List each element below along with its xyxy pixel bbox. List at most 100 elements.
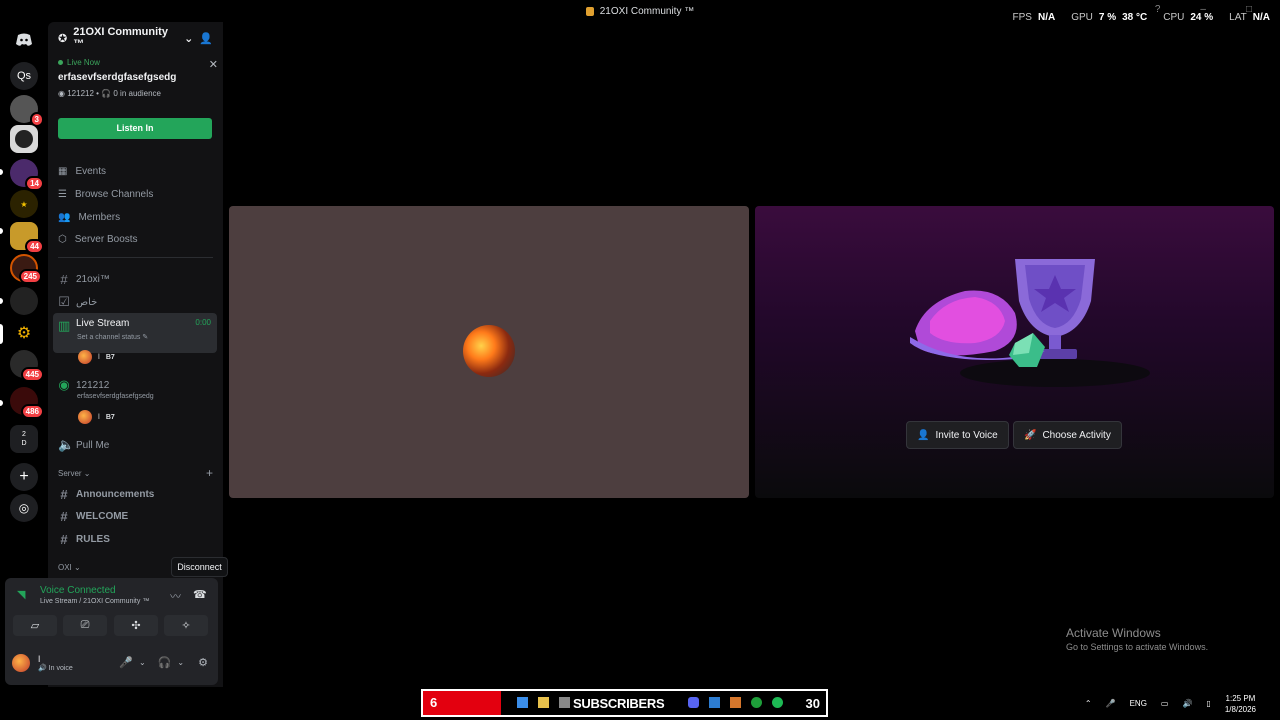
screen-share-button[interactable]: ⎚ [63, 615, 107, 636]
server-icon-7[interactable] [10, 287, 38, 315]
voice-active-icon: ▥ [58, 318, 71, 333]
server-icon-shadow[interactable] [10, 125, 38, 153]
server-name: 21OXI Community ™ [73, 26, 168, 50]
server-icon-1[interactable]: 3 [10, 95, 44, 127]
channel-welcome[interactable]: # WELCOME [58, 509, 218, 524]
activity-tile: 👤 Invite to Voice 🚀 Choose Activity [755, 206, 1274, 498]
user-info[interactable]: ǀ 🔊 In voice [38, 654, 73, 672]
discord-window: 21OXI Community ™ ? – □ FPS N/A GPU 7 % 38 … [0, 0, 1280, 720]
discover-button[interactable]: ◎ [10, 494, 38, 522]
rocket-icon: 🚀 [1024, 429, 1037, 441]
microphone-icon[interactable]: 🎤 [1106, 699, 1116, 708]
chevron-up-icon[interactable]: ⌃ [1085, 699, 1092, 708]
channel-announcements[interactable]: # Announcements [58, 487, 218, 502]
microphone-icon[interactable]: 🎤 [119, 656, 133, 669]
app-icon[interactable] [709, 697, 720, 708]
server-icon-3[interactable]: 14 [10, 159, 44, 191]
server-icon-4[interactable]: ★ [10, 190, 38, 218]
channel-rules[interactable]: # RULES [58, 532, 218, 547]
chevron-down-icon[interactable]: ⌄ [139, 658, 146, 667]
boost-icon: ⬡ [58, 234, 67, 245]
stage-user[interactable]: ǀ B7 [78, 410, 115, 424]
channel-pull-me[interactable]: 🔈 Pull Me [58, 437, 218, 453]
discord-taskbar-icon[interactable] [688, 697, 699, 708]
volume-icon[interactable]: 🔊 [1182, 699, 1192, 708]
nav-members[interactable]: 👥 Members [58, 212, 120, 223]
channel-status[interactable]: Set a channel status ✎ [77, 333, 148, 341]
category-oxi[interactable]: OXI ⌄ [58, 563, 81, 572]
taskbar-apps [517, 697, 570, 708]
camera-off-button[interactable]: ▱ [13, 615, 57, 636]
live-stage-card: ✕ Live Now erfasevfserdgfasefgsedg ◉ 121… [58, 58, 218, 139]
spotify-icon[interactable] [772, 697, 783, 708]
choose-activity-button[interactable]: 🚀 Choose Activity [1013, 421, 1122, 449]
clock[interactable]: 1:25 PM 1/8/2026 [1225, 693, 1256, 715]
soundboard-icon: ✧ [181, 620, 191, 632]
add-server-button[interactable]: + [10, 463, 38, 491]
system-tray: ⌃ 🎤 ENG ▭ 🔊 ▯ 1:25 PM 1/8/2026 [1085, 687, 1256, 720]
server-badge-icon: ✪ [58, 32, 68, 45]
app-icon[interactable] [730, 697, 741, 708]
activities-icon: ✣ [131, 620, 141, 632]
noise-suppression-icon[interactable]: 〰 [170, 588, 181, 604]
xbox-icon[interactable] [751, 697, 762, 708]
mention-badge: 486 [20, 404, 44, 419]
disconnect-tooltip: Disconnect [171, 557, 228, 577]
headphones-icon[interactable]: 🎧 [158, 656, 172, 669]
listen-in-button[interactable]: Listen In [58, 118, 212, 139]
server-icon-10[interactable]: 486 [10, 387, 44, 419]
taskbar-apps-right [688, 697, 783, 708]
nav-server-boosts[interactable]: ⬡ Server Boosts [58, 234, 138, 245]
server-icon-6[interactable]: 245 [10, 254, 42, 284]
voice-location[interactable]: Live Stream / 21OXI Community ™ [40, 598, 149, 605]
soundboard-button[interactable]: ✧ [164, 615, 208, 636]
close-icon[interactable]: ✕ [209, 58, 218, 71]
battery-icon[interactable]: ▯ [1206, 699, 1210, 708]
user-video-tile[interactable] [229, 206, 749, 498]
chevron-down-icon[interactable]: ⌄ [177, 658, 184, 667]
server-qs[interactable]: Qs [10, 62, 38, 90]
activities-button[interactable]: ✣ [114, 615, 158, 636]
windows-start-icon[interactable] [517, 697, 528, 708]
invite-people-icon[interactable]: 👤 [199, 32, 213, 45]
mention-badge: 245 [18, 269, 42, 284]
server-folder[interactable]: 2 D [10, 425, 38, 453]
shadow-logo-icon [15, 130, 33, 148]
activate-windows-watermark: Activate Windows Go to Settings to activ… [1066, 626, 1209, 652]
category-server[interactable]: Server ⌄ [58, 469, 91, 478]
gear-icon[interactable]: ⚙ [198, 656, 208, 669]
avatar[interactable] [12, 653, 30, 672]
user-tag: B7 [105, 413, 115, 421]
channel-stage-121212[interactable]: ◉ 121212 [58, 377, 218, 393]
network-icon[interactable]: ▭ [1161, 699, 1169, 708]
server-icon-current[interactable]: ⚙ [10, 319, 38, 347]
live-now-badge: Live Now [58, 58, 218, 67]
chevron-down-icon: ⌄ [184, 32, 194, 45]
nav-browse-channels[interactable]: ☰ Browse Channels [58, 189, 153, 200]
create-channel-plus-icon[interactable]: + [206, 466, 213, 480]
subscriber-goal: 30 [805, 695, 820, 711]
voice-connected-label[interactable]: Voice Connected [40, 585, 116, 596]
app-icon[interactable] [559, 697, 570, 708]
performance-overlay: FPS N/A GPU 7 % 38 °C CPU 24 % LAT N/A [1013, 12, 1270, 23]
stage-icon: ◉ [58, 377, 70, 392]
channel-private[interactable]: ☑ خاص [58, 294, 218, 310]
taskbar: 6 SUBSCRIBERS 30 ⌃ 🎤 ENG ▭ 🔊 ▯ 1:25 PM 1… [0, 687, 1280, 720]
file-explorer-icon[interactable] [538, 697, 549, 708]
discord-home-button[interactable] [10, 26, 38, 54]
live-title: erfasevfserdgfasefgsedg [58, 72, 177, 83]
voice-user[interactable]: ǀ B7 [78, 350, 115, 364]
server-header[interactable]: ✪ 21OXI Community ™ ⌄ 👤 [58, 26, 213, 50]
nav-events[interactable]: ▦ Events [58, 166, 106, 177]
rules-icon: ☑ [58, 294, 70, 309]
unread-pill [0, 169, 3, 175]
live-meta: ◉ 121212 • 🎧 0 in audience [58, 89, 161, 98]
window-title: 21OXI Community ™ [585, 6, 694, 17]
disconnect-phone-icon[interactable]: ☎ [193, 588, 207, 601]
channel-21oxi[interactable]: #21oxi™ [58, 272, 218, 287]
invite-to-voice-button[interactable]: 👤 Invite to Voice [906, 421, 1009, 449]
server-icon-9[interactable]: 445 [10, 350, 44, 382]
language-indicator[interactable]: ENG [1130, 699, 1147, 708]
list-icon: ☰ [58, 189, 67, 200]
server-icon-5[interactable]: 44 [10, 222, 44, 254]
